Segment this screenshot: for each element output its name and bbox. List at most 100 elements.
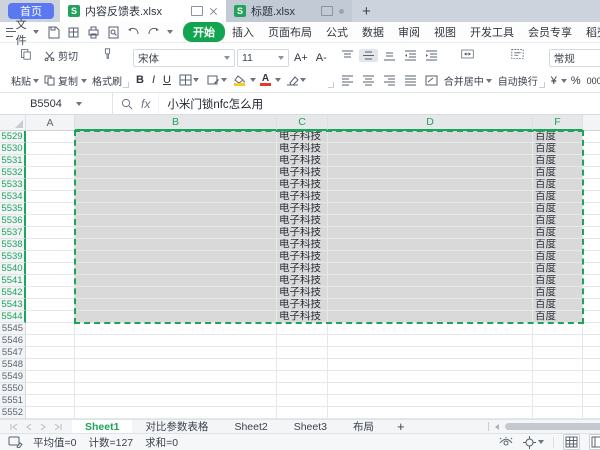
borders-button[interactable] <box>176 73 202 87</box>
row-header[interactable]: 5544 <box>0 311 26 323</box>
row-header[interactable]: 5540 <box>0 263 26 275</box>
cell[interactable]: 电子科技 <box>277 263 328 275</box>
cell[interactable] <box>583 407 600 419</box>
row-header[interactable]: 5547 <box>0 347 26 359</box>
cell[interactable] <box>26 299 75 311</box>
cell[interactable]: 百度 <box>533 251 583 263</box>
justify-button[interactable] <box>401 74 420 87</box>
align-left-button[interactable] <box>338 74 357 87</box>
cell[interactable] <box>583 311 600 323</box>
column-header-partial[interactable] <box>583 115 600 131</box>
align-middle-button[interactable] <box>359 49 378 62</box>
cell[interactable] <box>328 383 533 395</box>
cell[interactable] <box>583 275 600 287</box>
cell[interactable] <box>26 203 75 215</box>
cell[interactable] <box>75 299 277 311</box>
cell[interactable] <box>75 215 277 227</box>
menu-tab-1[interactable]: 插入 <box>225 22 261 42</box>
cell[interactable] <box>328 215 533 227</box>
menu-tab-6[interactable]: 视图 <box>427 22 463 42</box>
close-tab-icon[interactable] <box>209 7 218 16</box>
cell[interactable]: 百度 <box>533 167 583 179</box>
row-header[interactable]: 5545 <box>0 323 26 335</box>
cell[interactable] <box>26 179 75 191</box>
cell[interactable]: 百度 <box>533 179 583 191</box>
menu-tab-5[interactable]: 审阅 <box>391 22 427 42</box>
menu-tab-9[interactable]: 稻壳资 <box>579 22 600 42</box>
cell[interactable] <box>533 359 583 371</box>
cell[interactable] <box>328 143 533 155</box>
cell[interactable]: 百度 <box>533 275 583 287</box>
cell[interactable] <box>26 335 75 347</box>
paste-button[interactable]: 粘贴 <box>8 46 42 90</box>
cell[interactable] <box>26 191 75 203</box>
bold-button[interactable]: B <box>133 73 147 87</box>
cell[interactable] <box>328 407 533 419</box>
column-header-c[interactable]: C <box>277 115 328 131</box>
column-header-a[interactable]: A <box>26 115 75 131</box>
row-header[interactable]: 5536 <box>0 215 26 227</box>
row-header[interactable]: 5546 <box>0 335 26 347</box>
horizontal-scrollbar[interactable] <box>505 423 600 430</box>
cell[interactable] <box>75 347 277 359</box>
save-icon[interactable] <box>47 26 60 39</box>
format-painter-button[interactable]: 格式刷 <box>89 46 125 90</box>
cell[interactable] <box>328 311 533 323</box>
print-icon[interactable] <box>87 26 100 39</box>
cell[interactable] <box>583 167 600 179</box>
undo-icon[interactable] <box>127 26 140 38</box>
row-header[interactable]: 5530 <box>0 143 26 155</box>
cell[interactable] <box>328 323 533 335</box>
row-header[interactable]: 5549 <box>0 371 26 383</box>
cut-button[interactable]: 剪切 <box>44 48 87 63</box>
cell[interactable] <box>328 395 533 407</box>
cell[interactable] <box>533 407 583 419</box>
cell[interactable] <box>277 323 328 335</box>
cell[interactable] <box>533 371 583 383</box>
next-sheet-icon[interactable] <box>40 423 46 431</box>
cell[interactable] <box>75 395 277 407</box>
sheet-tab-Sheet3[interactable]: Sheet3 <box>281 420 340 433</box>
cell[interactable] <box>75 191 277 203</box>
cell[interactable] <box>277 335 328 347</box>
align-top-button[interactable] <box>338 49 357 62</box>
cell[interactable] <box>75 383 277 395</box>
currency-button[interactable]: ¥ <box>549 75 559 87</box>
row-header[interactable]: 5538 <box>0 239 26 251</box>
cell[interactable]: 百度 <box>533 239 583 251</box>
column-header-f[interactable]: F <box>533 115 583 131</box>
cell[interactable] <box>75 263 277 275</box>
eye-protection-icon[interactable] <box>498 437 514 448</box>
cell[interactable] <box>75 131 277 143</box>
cell[interactable] <box>26 143 75 155</box>
wrap-text-button[interactable]: 自动换行 <box>495 46 541 90</box>
cell[interactable] <box>75 179 277 191</box>
cell[interactable] <box>26 263 75 275</box>
cell[interactable] <box>26 395 75 407</box>
cell[interactable] <box>26 359 75 371</box>
cell[interactable] <box>328 287 533 299</box>
cell[interactable] <box>328 179 533 191</box>
cell[interactable]: 百度 <box>533 227 583 239</box>
page-layout-view-button[interactable] <box>589 434 600 450</box>
cell[interactable] <box>533 323 583 335</box>
cell[interactable]: 电子科技 <box>277 143 328 155</box>
cell[interactable] <box>328 167 533 179</box>
cell[interactable]: 电子科技 <box>277 179 328 191</box>
cell[interactable] <box>26 239 75 251</box>
row-header[interactable]: 5552 <box>0 407 26 419</box>
cell[interactable] <box>75 335 277 347</box>
cell[interactable] <box>277 395 328 407</box>
cell[interactable]: 电子科技 <box>277 191 328 203</box>
align-right-button[interactable] <box>380 74 399 87</box>
cell[interactable] <box>583 287 600 299</box>
menu-tab-2[interactable]: 页面布局 <box>261 22 319 42</box>
cell[interactable] <box>328 335 533 347</box>
insert-function-button[interactable]: fx <box>141 97 150 111</box>
cell[interactable]: 电子科技 <box>277 311 328 323</box>
column-header-d[interactable]: D <box>328 115 533 131</box>
copy-button[interactable]: 复制 <box>44 73 87 88</box>
cell[interactable] <box>26 227 75 239</box>
cell[interactable] <box>75 323 277 335</box>
cell[interactable]: 电子科技 <box>277 239 328 251</box>
